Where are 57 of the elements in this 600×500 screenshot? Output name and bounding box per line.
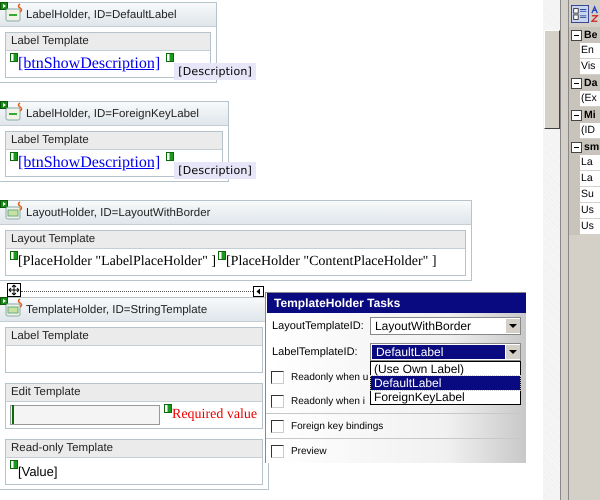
expander-icon[interactable] — [571, 142, 582, 152]
property-name[interactable]: (Ex — [580, 91, 600, 107]
region-label: [PlaceHolder "LabelPlaceHolder" ] — [18, 254, 216, 270]
property-name[interactable]: (ID — [580, 123, 600, 139]
value-label: [Value] — [18, 464, 58, 478]
checkbox[interactable] — [271, 420, 284, 432]
expander-icon[interactable] — [571, 110, 582, 120]
link-button[interactable]: [btnShowDescription] — [18, 55, 160, 73]
property-name[interactable]: En — [580, 43, 600, 59]
template-heading: Label Template — [6, 328, 262, 346]
template-heading: Label Template — [6, 132, 222, 150]
template-heading: Read-only Template — [6, 440, 262, 458]
smart-tag-icon[interactable] — [253, 286, 264, 296]
label-tag: [Description] — [174, 162, 256, 178]
property-name[interactable]: Us — [580, 219, 600, 235]
tasks-title: TemplateHolder Tasks — [267, 293, 526, 313]
checkbox-label: Preview — [291, 446, 327, 456]
checkbox-label: Readonly when i — [291, 396, 365, 406]
property-name[interactable]: Us — [580, 203, 600, 219]
categorized-icon[interactable] — [571, 4, 589, 24]
control-title: LabelHolder, ID=DefaultLabel — [26, 8, 177, 20]
category-name: Be — [584, 29, 598, 41]
property-name[interactable]: Vis — [580, 59, 600, 75]
expander-icon[interactable] — [571, 78, 582, 88]
checkbox-label: Foreign key bindings — [291, 420, 384, 432]
template-heading: Layout Template — [6, 231, 465, 249]
control-title: LayoutHolder, ID=LayoutWithBorder — [26, 206, 210, 218]
text-field[interactable] — [10, 405, 160, 425]
control-title: TemplateHolder, ID=StringTemplate — [26, 304, 208, 316]
category-name: sm — [584, 141, 600, 153]
label-tag: [Description] — [174, 62, 256, 80]
checkbox[interactable] — [271, 370, 284, 384]
field-label: LabelTemplateID: — [272, 346, 359, 358]
property-name[interactable]: Su — [580, 187, 600, 203]
dropdown-option[interactable]: ForeignKeyLabel — [371, 390, 520, 404]
link-button[interactable]: [btnShowDescription] — [18, 154, 160, 172]
category-name: Da — [584, 77, 598, 89]
control-title: LabelHolder, ID=ForeignKeyLabel — [26, 108, 199, 120]
property-name[interactable]: La — [580, 155, 600, 171]
validator-message: Required value — [172, 407, 258, 423]
field-label: LayoutTemplateID: — [272, 320, 365, 332]
scrollbar[interactable] — [543, 0, 561, 500]
checkbox[interactable] — [271, 444, 284, 458]
property-name[interactable]: La — [580, 171, 600, 187]
dropdown-option[interactable]: DefaultLabel — [371, 376, 520, 390]
template-heading: Label Template — [6, 33, 210, 51]
expander-icon[interactable] — [571, 30, 582, 40]
dropdown[interactable]: LayoutWithBorder — [370, 317, 521, 335]
region-label: [PlaceHolder "ContentPlaceHolder" ] — [226, 254, 436, 270]
scrollbar-thumb[interactable] — [544, 30, 560, 129]
category-name: Mi — [584, 109, 596, 121]
alphabetical-icon[interactable] — [591, 4, 600, 24]
dropdown-option[interactable]: (Use Own Label) — [371, 362, 520, 376]
template-heading: Edit Template — [6, 384, 262, 402]
checkbox-label: Readonly when u — [291, 372, 368, 382]
move-handle-icon[interactable] — [7, 283, 21, 297]
checkbox[interactable] — [271, 394, 284, 408]
